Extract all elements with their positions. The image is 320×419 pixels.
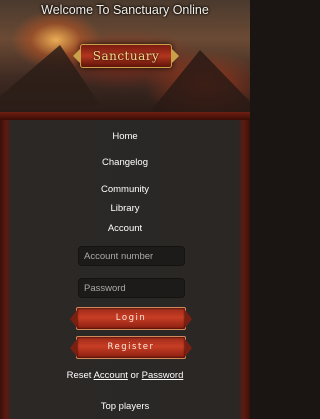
nav-community[interactable]: Community bbox=[0, 184, 250, 195]
register-button[interactable]: Register bbox=[70, 336, 192, 359]
reset-password-link[interactable]: Password bbox=[142, 370, 184, 381]
panel-top-border bbox=[0, 112, 250, 120]
login-button-left-cap bbox=[70, 310, 77, 328]
register-button-right-cap bbox=[185, 339, 192, 357]
login-button-right-cap bbox=[185, 310, 192, 328]
nav-account[interactable]: Account bbox=[0, 223, 250, 234]
nav-home[interactable]: Home bbox=[0, 131, 250, 142]
logo-left-ornament bbox=[73, 48, 81, 64]
reset-account-link[interactable]: Account bbox=[94, 370, 128, 381]
register-button-label: Register bbox=[107, 342, 155, 352]
logo-right-ornament bbox=[171, 48, 179, 64]
register-button-left-cap bbox=[70, 339, 77, 357]
login-button[interactable]: Login bbox=[70, 307, 192, 330]
page-title: Welcome To Sanctuary Online bbox=[41, 3, 209, 17]
top-players-link[interactable]: Top players bbox=[0, 401, 250, 412]
password-input[interactable] bbox=[78, 278, 185, 298]
account-number-input[interactable] bbox=[78, 246, 185, 266]
reset-line: Reset Account or Password bbox=[0, 370, 250, 381]
sanctuary-logo[interactable]: Sanctuary bbox=[73, 44, 179, 68]
logo-text: Sanctuary bbox=[92, 49, 160, 63]
reset-prefix: Reset bbox=[66, 370, 92, 381]
reset-or: or bbox=[130, 370, 139, 381]
nav-library[interactable]: Library bbox=[0, 203, 250, 214]
login-button-label: Login bbox=[115, 313, 147, 323]
nav-changelog[interactable]: Changelog bbox=[0, 157, 250, 168]
